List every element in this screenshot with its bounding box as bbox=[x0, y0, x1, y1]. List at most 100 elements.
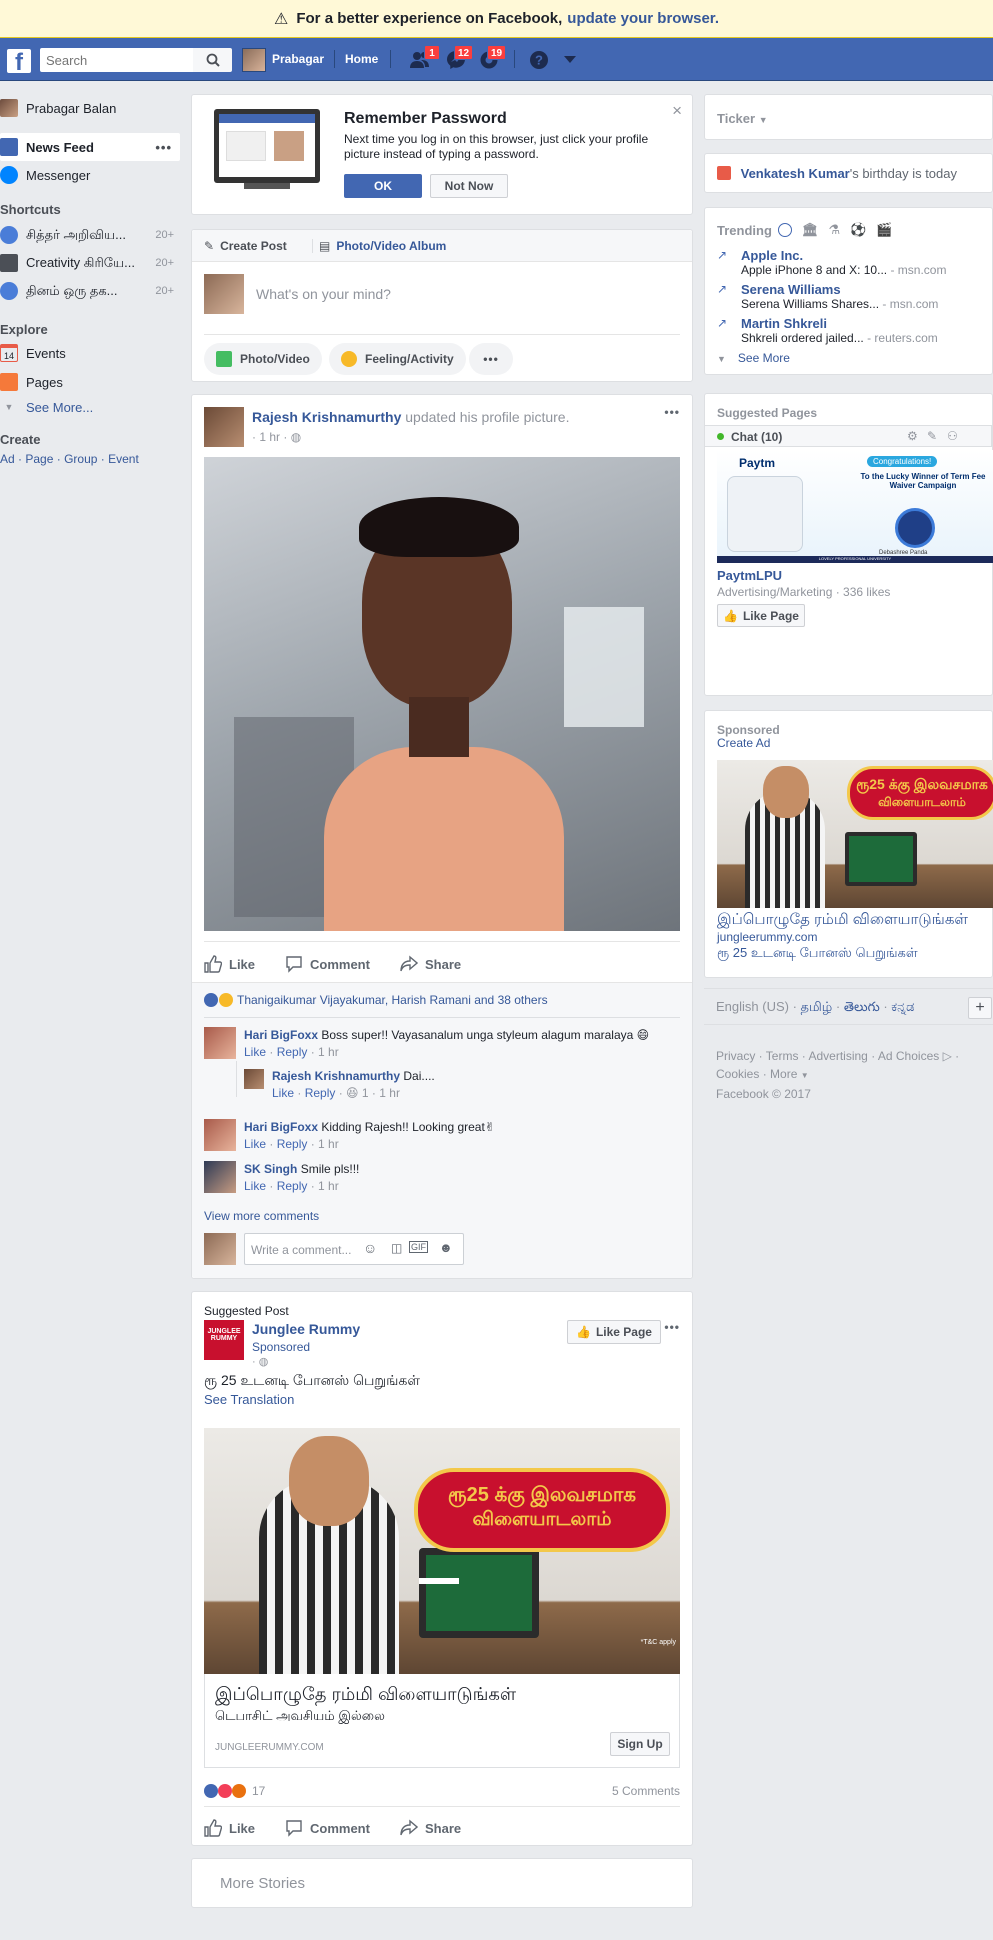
account-menu-chevron-down-icon[interactable] bbox=[558, 48, 582, 72]
sidebar-item-profile[interactable]: Prabagar Balan bbox=[0, 95, 180, 121]
user-avatar[interactable] bbox=[242, 48, 266, 72]
post-photo[interactable] bbox=[204, 457, 680, 931]
create-ad-link[interactable]: Ad bbox=[0, 452, 15, 466]
comment-like-link[interactable]: Like bbox=[244, 1045, 266, 1059]
trending-item[interactable]: ↗ Apple Inc. Apple iPhone 8 and X: 10...… bbox=[717, 248, 947, 277]
ad-image[interactable]: ரூ25 க்கு இலவசமாக விளையாடலாம் *T&C apply bbox=[204, 1428, 680, 1674]
comment-reply-link[interactable]: Reply bbox=[277, 1179, 308, 1193]
sidebar-item-shortcut[interactable]: தினம் ஒரு தக... 20+ bbox=[0, 278, 180, 304]
birthday-name-link[interactable]: Venkatesh Kumar bbox=[741, 166, 850, 181]
entertainment-category-icon[interactable]: 🎬 bbox=[876, 222, 892, 238]
profile-link[interactable]: Prabagar bbox=[272, 52, 324, 66]
gear-icon[interactable]: ⚙ bbox=[907, 429, 918, 443]
footer-ad-choices-link[interactable]: Ad Choices bbox=[878, 1049, 939, 1063]
photo-album-tab[interactable]: ▤ Photo/Video Album bbox=[309, 239, 446, 253]
home-link[interactable]: Home bbox=[345, 52, 378, 66]
feeling-activity-button[interactable]: Feeling/Activity bbox=[329, 343, 466, 375]
more-stories-button[interactable]: More Stories bbox=[191, 1858, 693, 1908]
update-browser-link[interactable]: update your browser. bbox=[567, 10, 719, 27]
search-input[interactable] bbox=[40, 48, 193, 72]
share-button[interactable]: Share bbox=[400, 1813, 461, 1843]
page-logo[interactable]: JUNGLEE RUMMY bbox=[204, 1320, 244, 1360]
ad-link-preview[interactable]: இப்பொழுதே ரம்மி விளையாடுங்கள் டெபாசிட் அ… bbox=[204, 1674, 680, 1768]
trending-item[interactable]: ↗ Martin Shkreli Shkreli ordered jailed.… bbox=[717, 316, 947, 345]
post-timestamp[interactable]: · 1 hr · ◍ bbox=[252, 430, 301, 444]
commenter-name[interactable]: Rajesh Krishnamurthy bbox=[272, 1069, 400, 1083]
comment-reply-link[interactable]: Reply bbox=[277, 1137, 308, 1151]
comment-like-link[interactable]: Like bbox=[244, 1179, 266, 1193]
like-button[interactable]: Like bbox=[204, 949, 255, 979]
more-options-icon[interactable]: ••• bbox=[664, 405, 680, 419]
chat-bar[interactable]: Chat (10) ⚙ ✎ ⚇ bbox=[705, 425, 992, 447]
trending-category-icon[interactable] bbox=[777, 223, 792, 237]
comments-count-link[interactable]: 5 Comments bbox=[612, 1784, 680, 1798]
paytm-page-image[interactable]: Paytm Congratulations! To the Lucky Winn… bbox=[717, 450, 993, 563]
help-icon[interactable]: ? bbox=[527, 48, 551, 72]
commenter-name[interactable]: Hari BigFoxx bbox=[244, 1028, 318, 1042]
ticker-title[interactable]: Ticker ▼ bbox=[717, 111, 768, 126]
avatar[interactable] bbox=[204, 1161, 236, 1193]
sidebar-item-events[interactable]: 14 Events bbox=[0, 340, 180, 366]
new-group-icon[interactable]: ⚇ bbox=[947, 429, 958, 443]
reactions-summary[interactable]: Thanigaikumar Vijayakumar, Harish Ramani… bbox=[204, 993, 548, 1007]
photo-video-button[interactable]: Photo/Video bbox=[204, 343, 322, 375]
language-tamil-link[interactable]: தமிழ் bbox=[801, 999, 833, 1014]
sponsored-ad-title[interactable]: இப்பொழுதே ரம்மி விளையாடுங்கள் bbox=[717, 911, 968, 930]
comment-time[interactable]: 1 hr bbox=[318, 1179, 339, 1193]
more-options-icon[interactable]: ••• bbox=[469, 343, 513, 375]
footer-cookies-link[interactable]: Cookies bbox=[716, 1067, 759, 1081]
science-category-icon[interactable]: ⚗ bbox=[828, 222, 840, 238]
camera-icon[interactable]: ◫ bbox=[391, 1241, 402, 1255]
avatar[interactable] bbox=[204, 407, 244, 447]
see-more-link[interactable]: ▼ See More... bbox=[0, 394, 180, 420]
avatar[interactable] bbox=[244, 1069, 264, 1089]
comment-time[interactable]: 1 hr bbox=[318, 1045, 339, 1059]
ok-button[interactable]: OK bbox=[344, 174, 422, 198]
close-icon[interactable]: × bbox=[672, 101, 682, 121]
create-post-tab[interactable]: ✎ Create Post bbox=[204, 239, 287, 253]
reactions-summary[interactable]: 17 bbox=[204, 1784, 265, 1798]
page-name-link[interactable]: Junglee Rummy bbox=[252, 1321, 360, 1337]
avatar[interactable] bbox=[204, 1119, 236, 1151]
avatar[interactable] bbox=[204, 1027, 236, 1059]
sponsored-ad-text[interactable]: ரூ 25 உடனடி போனஸ் பெறுங்கள் bbox=[717, 945, 918, 962]
sign-up-button[interactable]: Sign Up bbox=[610, 1732, 670, 1756]
view-more-comments-link[interactable]: View more comments bbox=[204, 1209, 319, 1223]
author-link[interactable]: Rajesh Krishnamurthy bbox=[252, 409, 401, 425]
comment-time[interactable]: 1 hr bbox=[379, 1086, 400, 1100]
footer-more-link[interactable]: More bbox=[770, 1067, 797, 1081]
sidebar-item-news-feed[interactable]: News Feed ••• bbox=[0, 133, 180, 161]
sidebar-item-pages[interactable]: Pages bbox=[0, 369, 180, 395]
like-button[interactable]: Like bbox=[204, 1813, 255, 1843]
status-input[interactable]: What's on your mind? bbox=[256, 286, 391, 302]
search-button[interactable] bbox=[193, 48, 232, 72]
comment-button[interactable]: Comment bbox=[285, 949, 370, 979]
create-event-link[interactable]: Event bbox=[108, 452, 139, 466]
comment-time[interactable]: 1 hr bbox=[318, 1137, 339, 1151]
sponsored-ad-domain[interactable]: jungleerummy.com bbox=[717, 930, 817, 944]
add-language-button[interactable]: + bbox=[968, 997, 992, 1019]
sidebar-item-shortcut[interactable]: Creativity கிரியே... 20+ bbox=[0, 250, 180, 276]
commenter-name[interactable]: SK Singh bbox=[244, 1162, 297, 1176]
language-kannada-link[interactable]: ಕನ್ನಡ bbox=[891, 999, 914, 1014]
gif-icon[interactable]: GIF bbox=[409, 1241, 428, 1253]
language-telugu-link[interactable]: తెలుగు bbox=[844, 999, 880, 1014]
share-button[interactable]: Share bbox=[400, 949, 461, 979]
sidebar-item-messenger[interactable]: Messenger bbox=[0, 162, 180, 188]
create-page-link[interactable]: Page bbox=[25, 452, 53, 466]
create-group-link[interactable]: Group bbox=[64, 452, 97, 466]
not-now-button[interactable]: Not Now bbox=[430, 174, 508, 198]
comment-reply-link[interactable]: Reply bbox=[277, 1045, 308, 1059]
footer-terms-link[interactable]: Terms bbox=[766, 1049, 799, 1063]
footer-advertising-link[interactable]: Advertising bbox=[808, 1049, 867, 1063]
like-page-button[interactable]: 👍 Like Page bbox=[717, 604, 805, 627]
comment-reply-link[interactable]: Reply bbox=[305, 1086, 336, 1100]
politics-category-icon[interactable]: 🏛 bbox=[802, 222, 819, 238]
sticker-icon[interactable]: ☻ bbox=[439, 1240, 453, 1255]
comment-like-link[interactable]: Like bbox=[244, 1137, 266, 1151]
sponsored-ad-image[interactable]: ரூ25 க்கு இலவசமாக விளையாடலாம் bbox=[717, 760, 993, 908]
trending-item[interactable]: ↗ Serena Williams Serena Williams Shares… bbox=[717, 282, 947, 311]
compose-icon[interactable]: ✎ bbox=[927, 429, 937, 443]
paytm-page-link[interactable]: PaytmLPU bbox=[717, 568, 782, 583]
write-comment-input[interactable]: Write a comment... ☺ ◫ GIF ☻ bbox=[244, 1233, 464, 1265]
